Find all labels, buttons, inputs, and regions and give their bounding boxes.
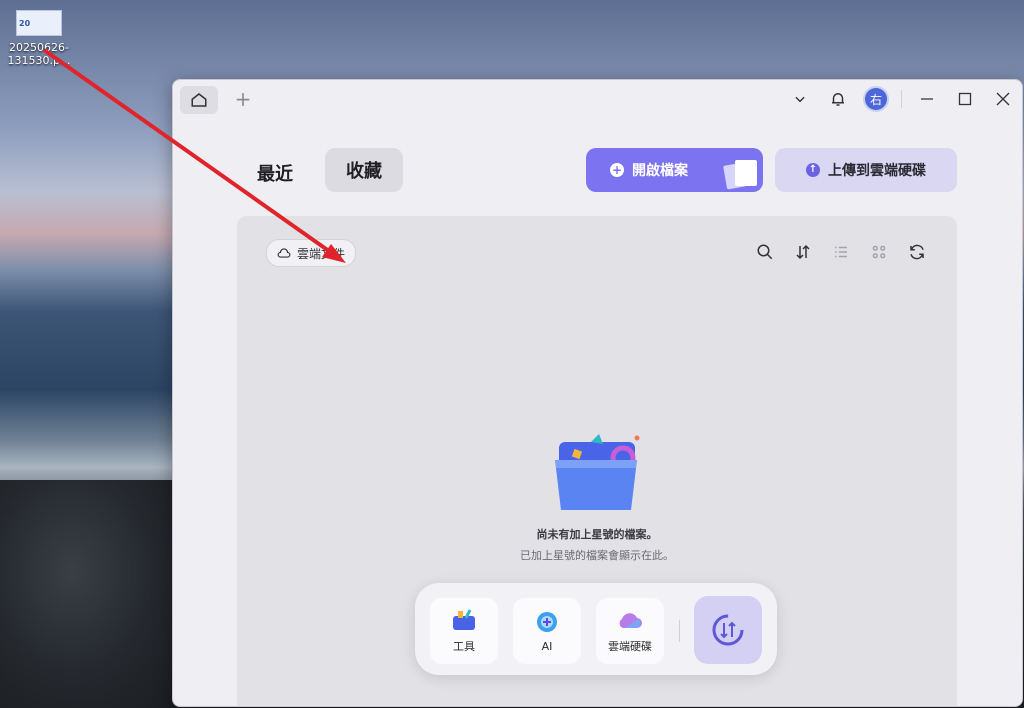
desktop-file-icon[interactable]: 20 20250626-131530.p... [6, 10, 72, 67]
grid-view-icon [872, 245, 886, 259]
maximize-icon [958, 92, 972, 106]
grid-view-button[interactable] [869, 242, 889, 262]
avatar: 右 [865, 88, 887, 110]
cloud-drive-icon [619, 613, 642, 628]
search-button[interactable] [755, 242, 775, 262]
upload-to-cloud-button[interactable]: ↑ 上傳到雲端硬碟 [775, 148, 957, 192]
dock-ai-button[interactable]: AI [513, 598, 581, 664]
minimize-icon [921, 98, 933, 100]
tabs-dropdown-button[interactable] [781, 80, 819, 118]
chevron-down-icon [795, 96, 805, 103]
close-icon [996, 92, 1010, 106]
dock-cloud-drive-button[interactable]: 雲端硬碟 [596, 598, 664, 664]
sort-button[interactable] [793, 242, 813, 262]
titlebar-divider [901, 90, 902, 108]
bell-icon [832, 93, 844, 106]
search-icon [757, 244, 773, 260]
cloud-icon [277, 248, 291, 258]
sync-icon [712, 614, 744, 646]
dock-cloud-drive-label: 雲端硬碟 [608, 640, 652, 653]
refresh-button[interactable] [907, 242, 927, 262]
open-file-button[interactable]: + 開啟檔案 [586, 148, 763, 192]
dock-ai-label: AI [541, 639, 553, 653]
sort-icon [796, 244, 810, 260]
upload-arrow-icon: ↑ [806, 163, 820, 177]
ai-orb-icon [537, 611, 557, 632]
home-icon [191, 93, 207, 107]
tab-home[interactable] [180, 86, 218, 114]
app-window: + 右 最近 收藏 + 開啟檔案 ↑ 上傳到雲端硬碟 雲端文件 尚未有加上星號的… [172, 79, 1023, 707]
desktop-wallpaper-rocks [0, 480, 180, 708]
bottom-dock: 工具 AI 雲端硬碟 [415, 583, 777, 675]
empty-state-subtitle: 已加上星號的檔案會顯示在此。 [520, 549, 674, 562]
title-bar: + 右 [173, 80, 1022, 118]
list-view-button[interactable] [831, 242, 851, 262]
dock-divider [679, 620, 680, 642]
list-toolbar [755, 242, 927, 262]
minimize-button[interactable] [908, 80, 946, 118]
open-file-label: 開啟檔案 [632, 163, 688, 179]
file-thumbnail: 20 [16, 10, 62, 36]
refresh-icon [910, 244, 924, 260]
dock-tools-button[interactable]: 工具 [430, 598, 498, 664]
dock-tools-label: 工具 [453, 640, 475, 653]
notifications-button[interactable] [819, 80, 857, 118]
empty-folder-illustration-icon [555, 434, 640, 510]
user-avatar-button[interactable]: 右 [857, 80, 895, 118]
empty-state-title: 尚未有加上星號的檔案。 [536, 528, 658, 541]
desktop-file-label: 20250626-131530.p... [7, 41, 71, 67]
tab-favorites[interactable]: 收藏 [325, 148, 403, 192]
upload-label: 上傳到雲端硬碟 [828, 163, 926, 179]
tab-recent[interactable]: 最近 [257, 160, 293, 186]
maximize-button[interactable] [946, 80, 984, 118]
new-tab-button[interactable]: + [233, 87, 253, 111]
cloud-docs-label: 雲端文件 [297, 246, 346, 261]
list-view-icon [835, 246, 847, 258]
documents-illustration-icon [723, 158, 759, 190]
cloud-docs-filter[interactable]: 雲端文件 [266, 239, 357, 267]
plus-circle-icon: + [610, 163, 624, 177]
dock-sync-button[interactable] [694, 596, 762, 664]
toolbox-icon [453, 609, 475, 630]
close-button[interactable] [984, 80, 1022, 118]
